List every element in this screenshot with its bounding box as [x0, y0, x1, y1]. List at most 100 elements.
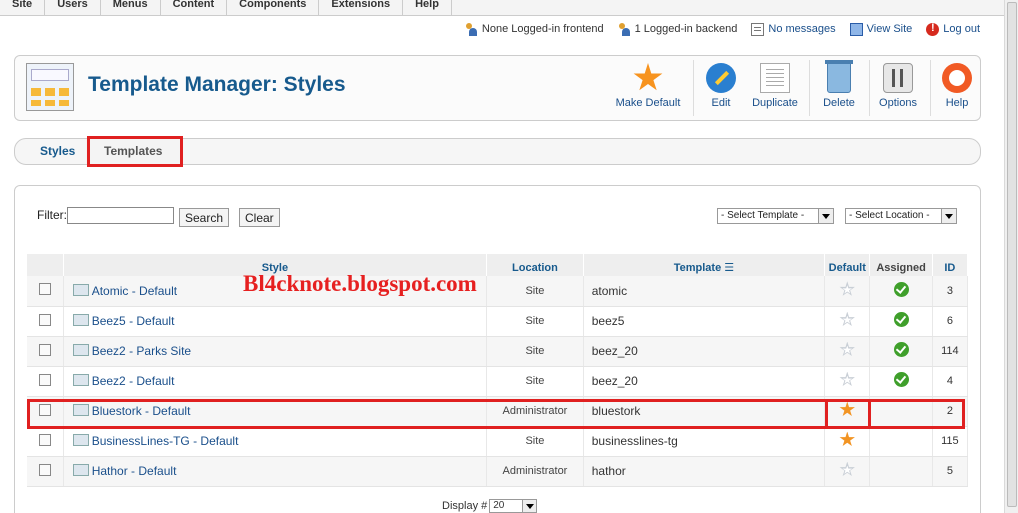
not-default-star-icon[interactable] — [839, 281, 855, 296]
make-default-button[interactable]: Make Default — [613, 60, 683, 116]
style-link[interactable]: BusinessLines-TG - Default — [92, 434, 239, 448]
style-cell: Beez5 - Default — [63, 306, 488, 337]
menu-components[interactable]: Components — [227, 0, 320, 16]
row-checkbox[interactable] — [38, 433, 51, 446]
template-cell: hathor — [583, 456, 826, 487]
table-row: BusinessLines-TG - Default Site businessli… — [27, 426, 969, 457]
watermark-text: Bl4cknote.blogspot.com — [243, 271, 477, 296]
template-thumbnail-icon[interactable] — [72, 464, 89, 476]
row-checkbox[interactable] — [38, 313, 51, 326]
select-location-value: - Select Location - — [849, 210, 930, 221]
template-manager-icon — [26, 63, 74, 111]
assigned-check-icon — [893, 342, 909, 357]
styles-table: Style Location Template ☰ Default Assign… — [27, 254, 969, 487]
page-title: Template Manager: Styles — [88, 73, 346, 96]
template-thumbnail-icon[interactable] — [72, 434, 89, 446]
templates-tab-highlight — [87, 136, 183, 167]
default-star-icon[interactable] — [839, 431, 855, 447]
users-icon — [465, 22, 478, 36]
status-bar: None Logged-in frontend 1 Logged-in back… — [465, 20, 980, 38]
template-thumbnail-icon[interactable] — [72, 374, 89, 386]
id-cell: 4 — [932, 366, 969, 397]
display-limit-value: 20 — [493, 500, 505, 511]
template-thumbnail-icon[interactable] — [72, 283, 89, 296]
delete-button[interactable]: Delete — [818, 60, 860, 116]
template-thumbnail-icon[interactable] — [72, 314, 89, 326]
messages-icon — [751, 22, 765, 36]
scrollbar-thumb[interactable] — [1007, 2, 1017, 507]
row-checkbox-cell — [27, 306, 64, 337]
default-star-highlight — [825, 399, 871, 429]
menu-extensions[interactable]: Extensions — [319, 0, 404, 16]
help-label: Help — [945, 97, 969, 109]
search-button[interactable]: Search — [179, 208, 230, 227]
duplicate-label: Duplicate — [752, 97, 798, 109]
row-checkbox[interactable] — [38, 283, 51, 296]
select-location-dropdown[interactable]: - Select Location - — [845, 208, 957, 224]
style-link[interactable]: Atomic - Default — [92, 284, 177, 298]
duplicate-button[interactable]: Duplicate — [750, 60, 800, 116]
make-default-label: Make Default — [615, 97, 681, 109]
not-default-star-icon[interactable] — [839, 461, 855, 477]
id-cell: 115 — [932, 426, 969, 457]
menu-site[interactable]: Site — [0, 0, 46, 16]
status-messages[interactable]: No messages — [751, 22, 836, 36]
display-limit-select[interactable]: 20 — [489, 499, 538, 513]
row-checkbox-cell — [27, 276, 64, 307]
options-button[interactable]: Options — [875, 60, 921, 116]
logout-link[interactable]: Log out — [943, 23, 980, 35]
vertical-scrollbar[interactable] — [1004, 0, 1018, 513]
status-view-site[interactable]: View Site — [849, 22, 913, 36]
menu-help[interactable]: Help — [403, 0, 452, 16]
menu-users[interactable]: Users — [45, 0, 101, 16]
location-cell: Site — [486, 276, 584, 307]
style-link[interactable]: Beez5 - Default — [92, 314, 175, 328]
sort-icon: ☰ — [724, 262, 735, 274]
style-cell: BusinessLines-TG - Default — [63, 426, 488, 457]
row-checkbox[interactable] — [38, 463, 51, 476]
not-default-star-icon[interactable] — [839, 311, 855, 327]
default-cell — [824, 336, 871, 367]
lifebuoy-icon — [942, 63, 972, 93]
header-id[interactable]: ID — [932, 254, 969, 276]
row-checkbox[interactable] — [38, 373, 51, 386]
menu-content[interactable]: Content — [161, 0, 228, 16]
header-template[interactable]: Template ☰ — [583, 254, 826, 276]
row-checkbox[interactable] — [38, 343, 51, 356]
location-cell: Site — [486, 306, 584, 337]
template-cell: atomic — [583, 276, 826, 307]
style-link[interactable]: Beez2 - Default — [92, 374, 175, 388]
header-template-label: Template — [673, 262, 722, 274]
status-logout[interactable]: Log out — [926, 22, 980, 36]
style-cell: Beez2 - Parks Site — [63, 336, 488, 367]
location-cell: Site — [486, 336, 584, 367]
help-button[interactable]: Help — [938, 60, 976, 116]
not-default-star-icon[interactable] — [839, 341, 855, 357]
default-cell — [824, 456, 871, 487]
table-row: Beez5 - Default Site beez5 6 — [27, 306, 969, 337]
menu-menus[interactable]: Menus — [101, 0, 161, 16]
edit-icon — [706, 63, 736, 93]
clear-button[interactable]: Clear — [239, 208, 280, 227]
style-link[interactable]: Hathor - Default — [92, 464, 177, 478]
select-template-dropdown[interactable]: - Select Template - — [717, 208, 834, 224]
id-cell: 6 — [932, 306, 969, 337]
not-default-star-icon[interactable] — [839, 371, 855, 387]
messages-link[interactable]: No messages — [768, 23, 835, 35]
template-thumbnail-icon[interactable] — [72, 344, 89, 356]
row-checkbox-cell — [27, 366, 64, 397]
default-cell — [824, 306, 871, 337]
edit-button[interactable]: Edit — [702, 60, 740, 116]
filter-input[interactable] — [67, 207, 174, 224]
table-row: Beez2 - Parks Site Site beez_20 114 — [27, 336, 969, 367]
assigned-check-icon — [893, 372, 909, 387]
view-site-link[interactable]: View Site — [867, 23, 913, 35]
default-cell — [824, 426, 871, 457]
tab-styles[interactable]: Styles — [22, 139, 93, 164]
header-location[interactable]: Location — [486, 254, 584, 276]
assigned-cell — [869, 276, 933, 307]
delete-label: Delete — [823, 97, 855, 109]
id-cell: 3 — [932, 276, 969, 307]
header-default[interactable]: Default — [824, 254, 871, 276]
style-link[interactable]: Beez2 - Parks Site — [92, 344, 191, 358]
